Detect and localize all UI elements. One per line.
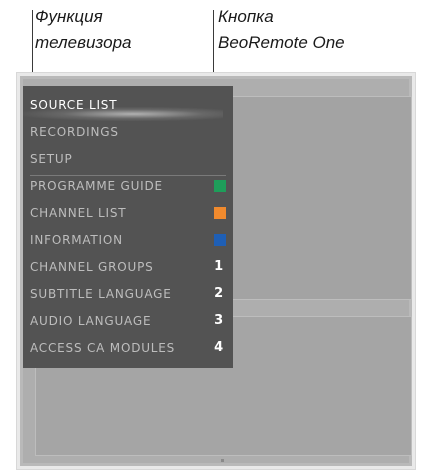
menu-item-label: SETUP bbox=[30, 152, 73, 166]
orange-key-icon bbox=[214, 207, 226, 219]
menu-item-label: PROGRAMME GUIDE bbox=[30, 179, 163, 193]
key-number: 4 bbox=[214, 340, 224, 355]
tv-indicator-dot bbox=[221, 459, 224, 462]
green-key-icon bbox=[214, 180, 226, 192]
menu-item-recordings[interactable]: RECORDINGS bbox=[30, 121, 228, 143]
key-number: 3 bbox=[214, 313, 224, 328]
menu-item-information[interactable]: INFORMATION bbox=[30, 229, 228, 251]
blue-key-icon bbox=[214, 234, 226, 246]
menu-item-subtitle-language[interactable]: SUBTITLE LANGUAGE 2 bbox=[30, 283, 228, 305]
menu-item-label: AUDIO LANGUAGE bbox=[30, 314, 152, 328]
tv-function-caption: Функция телевизора bbox=[35, 7, 132, 52]
menu-item-label: SUBTITLE LANGUAGE bbox=[30, 287, 172, 301]
menu-item-programme-guide[interactable]: PROGRAMME GUIDE bbox=[30, 175, 228, 197]
menu-item-label: SOURCE LIST bbox=[30, 98, 118, 112]
menu-item-audio-language[interactable]: AUDIO LANGUAGE 3 bbox=[30, 310, 228, 332]
menu-item-channel-groups[interactable]: CHANNEL GROUPS 1 bbox=[30, 256, 228, 278]
menu-item-setup[interactable]: SETUP bbox=[30, 148, 228, 170]
menu-item-source-list[interactable]: SOURCE LIST bbox=[23, 94, 228, 121]
home-menu: SOURCE LIST RECORDINGS SETUP PROGRAMME G… bbox=[23, 86, 233, 368]
menu-item-label: CHANNEL LIST bbox=[30, 206, 127, 220]
background-panel-top bbox=[220, 96, 412, 300]
remote-button-caption: Кнопка BeoRemote One bbox=[218, 7, 345, 52]
menu-item-label: RECORDINGS bbox=[30, 125, 119, 139]
menu-item-channel-list[interactable]: CHANNEL LIST bbox=[30, 202, 228, 224]
menu-item-access-ca-modules[interactable]: ACCESS CA MODULES 4 bbox=[30, 337, 228, 359]
menu-item-label: CHANNEL GROUPS bbox=[30, 260, 154, 274]
key-number: 1 bbox=[214, 259, 224, 274]
key-number: 2 bbox=[214, 286, 224, 301]
menu-item-label: INFORMATION bbox=[30, 233, 123, 247]
menu-item-label: ACCESS CA MODULES bbox=[30, 341, 176, 355]
